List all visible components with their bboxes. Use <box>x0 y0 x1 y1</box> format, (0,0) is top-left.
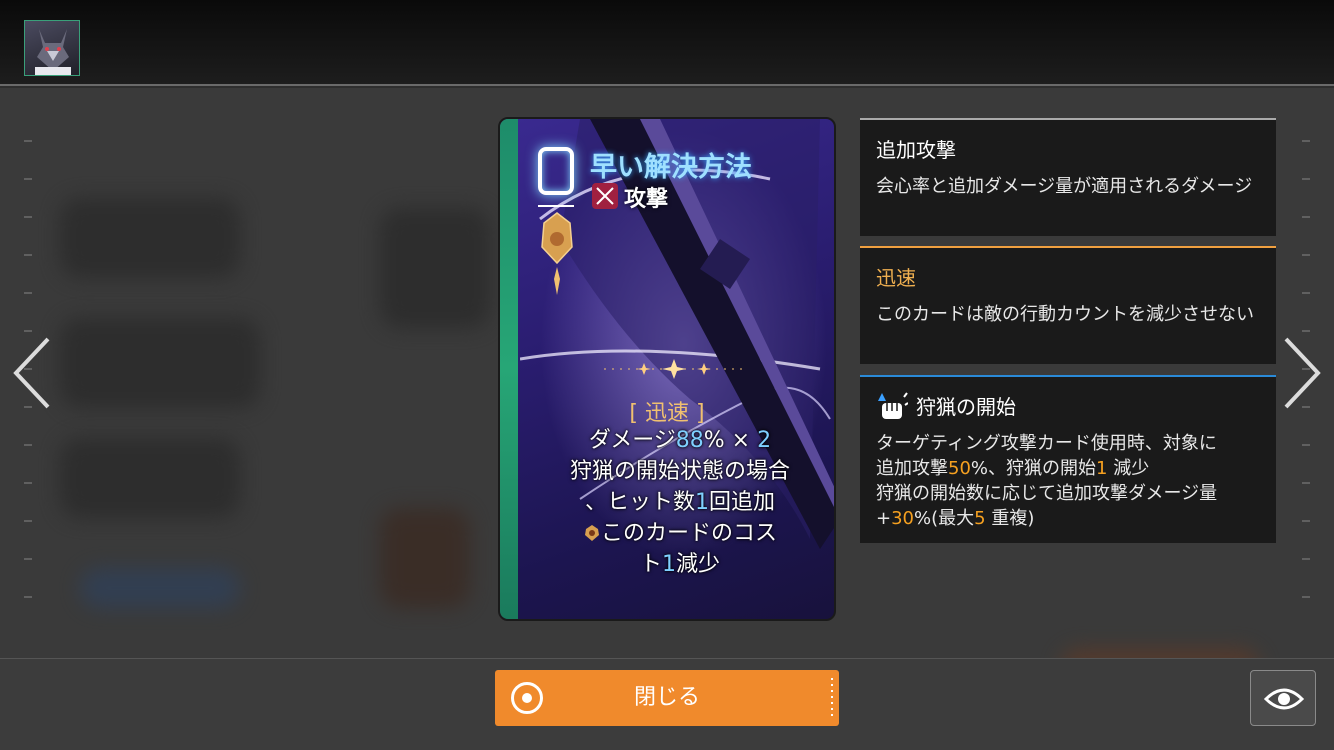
panel-line: 狩猟の開始数に応じて追加攻撃ダメージ量 <box>876 483 1218 504</box>
text: ダメージ <box>588 428 676 453</box>
value: 1 <box>1096 458 1108 479</box>
cost-value: 0 <box>542 151 563 186</box>
text: 追加攻撃 <box>876 458 948 479</box>
panel-body: このカードは敵の行動カウントを減少させない <box>876 304 1254 325</box>
card-type-label: 攻撃 <box>624 187 669 212</box>
view-toggle-button[interactable] <box>1250 670 1316 726</box>
close-button-label: 閉じる <box>633 685 700 710</box>
card-desc-line: 、ヒット数1回追加 <box>530 487 830 518</box>
sparkle-divider-icon <box>604 359 744 379</box>
panel-line: ターゲティング攻撃カード使用時、対象に <box>876 433 1217 454</box>
panel-body: ターゲティング攻撃カード使用時、対象に 追加攻撃50%、狩猟の開始1 減少 狩猟… <box>876 431 1266 531</box>
panel-line: +30%(最大5 重複) <box>876 506 1266 531</box>
value: 5 <box>974 508 986 529</box>
text: 重複) <box>985 508 1035 529</box>
value: 50 <box>948 458 971 479</box>
card-desc-line: ダメージ88% × 2 <box>530 425 830 456</box>
crest-icon <box>541 212 573 295</box>
cost-reduction-value: 1 <box>662 552 676 577</box>
text: 減少 <box>676 552 721 577</box>
panel-title: 迅速 <box>876 266 916 290</box>
card-desc-line: ト1減少 <box>530 549 830 580</box>
wolf-avatar-icon[interactable] <box>24 20 80 76</box>
close-button[interactable]: 閉じる <box>495 670 839 726</box>
hit-multiplier: 2 <box>757 428 772 453</box>
keyword-panel-swift: 迅速 このカードは敵の行動カウントを減少させない <box>860 246 1276 364</box>
chevron-right-icon <box>1284 337 1321 409</box>
text: 減少 <box>1107 458 1150 479</box>
keyword-panel-extra-attack: 追加攻撃 会心率と追加ダメージ量が適用されるダメージ <box>860 118 1276 236</box>
keyword-panel-hunt-start: 狩猟の開始 ターゲティング攻撃カード使用時、対象に 追加攻撃50%、狩猟の開始1… <box>860 375 1276 543</box>
panel-title: 狩猟の開始 <box>916 395 1016 419</box>
panel-title: 追加攻撃 <box>876 138 956 162</box>
text: %(最大 <box>914 508 975 529</box>
next-arrow-button[interactable] <box>1280 335 1324 411</box>
cost-underline <box>538 205 574 207</box>
card-desc-line: 狩猟の開始状態の場合 <box>569 459 790 484</box>
value: 30 <box>891 508 914 529</box>
eye-icon <box>1264 688 1304 710</box>
text: % × <box>703 428 758 453</box>
hit-count-value: 1 <box>695 490 709 515</box>
text: このカードのコス <box>600 521 777 546</box>
fist-icon <box>878 392 908 419</box>
card-rarity-stripe <box>500 119 518 619</box>
card-title: 早い解決方法 <box>590 152 752 183</box>
damage-value: 88 <box>675 428 704 453</box>
text: %、狩猟の開始 <box>970 458 1097 479</box>
panel-line: 追加攻撃50%、狩猟の開始1 減少 <box>876 456 1266 481</box>
crossed-swords-icon <box>592 183 618 209</box>
card-description: ダメージ88% × 2 狩猟の開始状態の場合 、ヒット数1回追加 このカードのコ… <box>530 425 830 580</box>
top-bar <box>0 0 1334 86</box>
button-edge-dots <box>831 678 833 718</box>
card-desc-line: このカードのコス <box>530 518 830 549</box>
text: 回追加 <box>709 490 776 515</box>
card-keyword: [ 迅速 ] <box>629 401 705 426</box>
chevron-left-icon <box>13 337 50 409</box>
panel-body: 会心率と追加ダメージ量が適用されるダメージ <box>876 176 1253 197</box>
text: 、ヒット数 <box>584 490 695 515</box>
cost-crest-icon <box>584 525 599 541</box>
prev-arrow-button[interactable] <box>10 335 54 411</box>
text: ト <box>639 552 662 577</box>
skill-card: 0 早い解決方法 攻撃 [ 迅速 ] ダメージ88% × 2 狩猟の開始状態の場… <box>498 117 836 621</box>
cost-badge: 0 <box>538 147 574 195</box>
text: + <box>876 508 892 529</box>
